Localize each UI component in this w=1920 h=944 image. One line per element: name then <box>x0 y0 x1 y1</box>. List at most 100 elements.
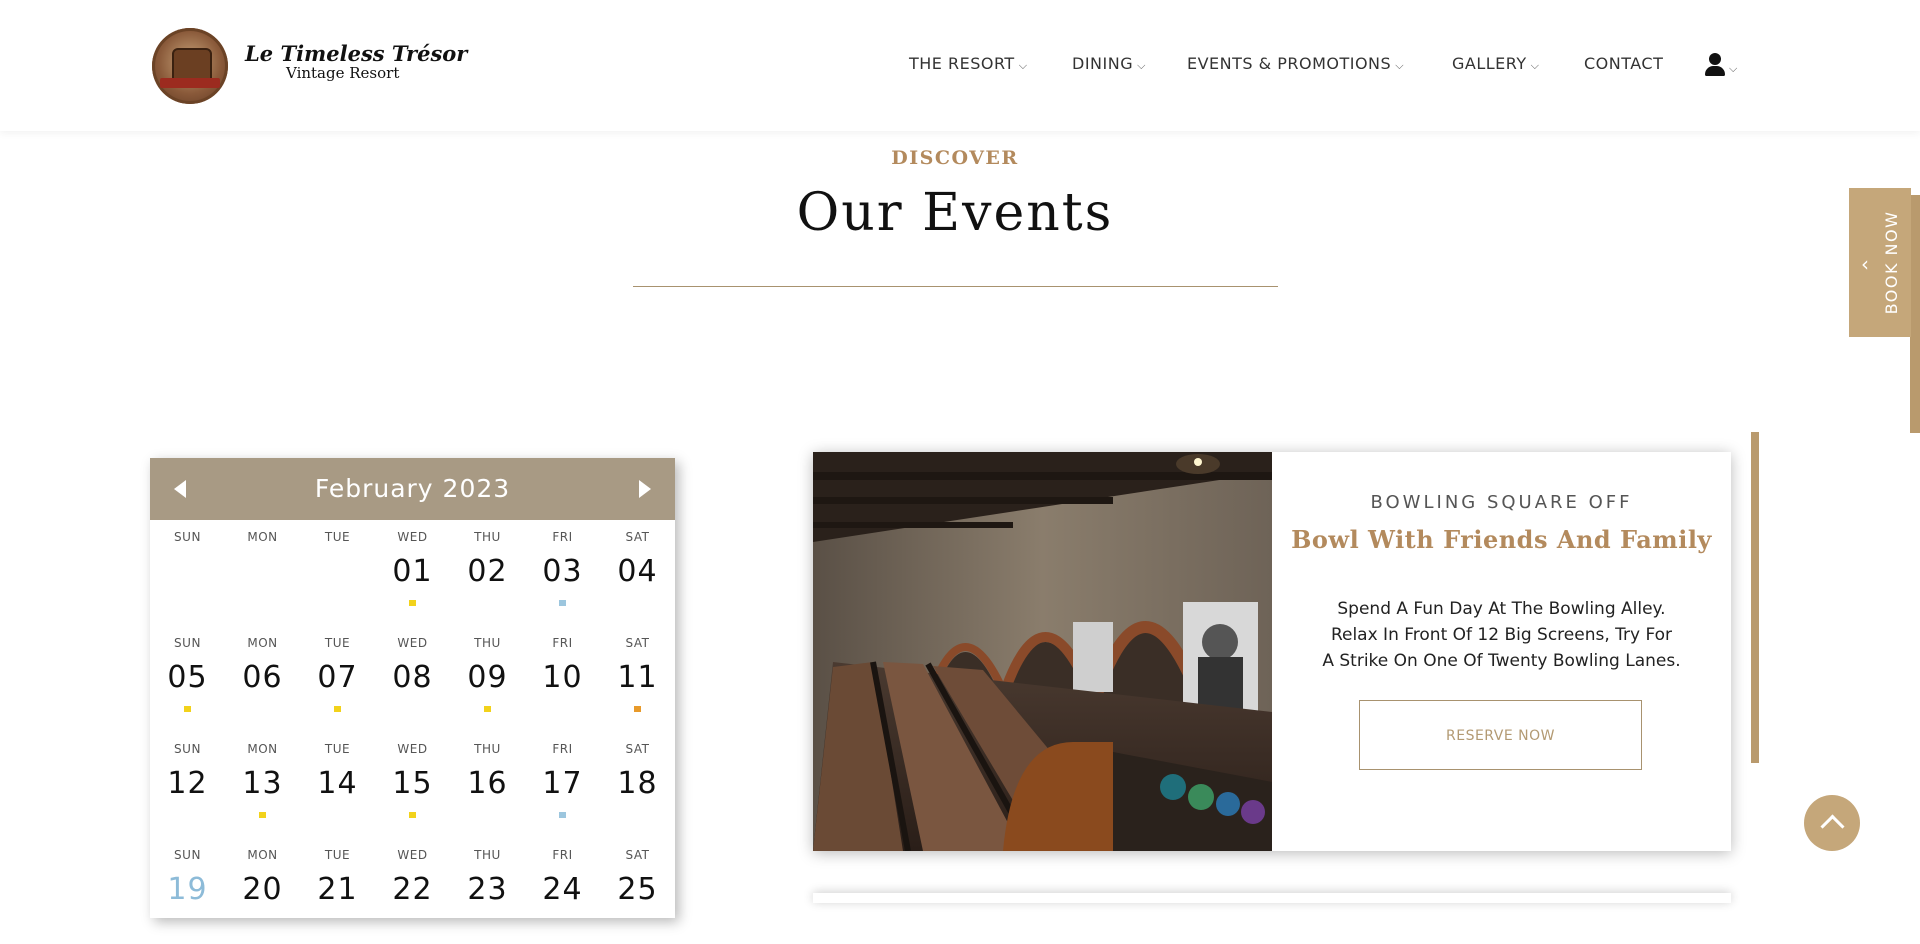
calendar-weekday-label: SAT <box>625 530 650 544</box>
user-menu-chevron-icon[interactable]: ⌵ <box>1729 62 1737 76</box>
card-accent-bar <box>1751 432 1759 763</box>
calendar-weekday-label: MON <box>247 530 278 544</box>
brand-name[interactable]: Le Timeless Trésor <box>245 41 467 66</box>
calendar-day[interactable]: THU 23 <box>450 838 525 944</box>
user-icon[interactable] <box>1704 53 1726 77</box>
scroll-to-top-button[interactable] <box>1804 795 1860 851</box>
calendar-day[interactable]: TUE 21 <box>300 838 375 944</box>
treasure-chest-logo[interactable] <box>152 28 228 104</box>
chevron-down-icon: ⌵ <box>1018 59 1028 72</box>
calendar-day: TUE <box>300 520 375 626</box>
calendar-day[interactable]: THU 09 <box>450 626 525 732</box>
calendar-day[interactable]: SUN 12 <box>150 732 225 838</box>
calendar-day[interactable]: FRI 10 <box>525 626 600 732</box>
calendar-day[interactable]: SAT 25 <box>600 838 675 944</box>
calendar-weekday-label: WED <box>397 848 428 862</box>
calendar-weekday-label: SAT <box>625 636 650 650</box>
event-description-line: A Strike On One Of Twenty Bowling Lanes. <box>1322 651 1681 671</box>
calendar-date-number: 15 <box>392 766 433 801</box>
calendar-weekday-label: WED <box>397 530 428 544</box>
calendar-day[interactable]: THU 02 <box>450 520 525 626</box>
calendar-date-number: 13 <box>242 766 283 801</box>
calendar-day[interactable]: SAT 18 <box>600 732 675 838</box>
calendar-day[interactable]: SAT 11 <box>600 626 675 732</box>
reserve-now-button[interactable]: RESERVE NOW <box>1359 700 1642 770</box>
nav-item-contact[interactable]: CONTACT <box>1584 54 1663 73</box>
calendar-weekday-label: MON <box>247 848 278 862</box>
book-now-tab[interactable]: ‹ BOOK NOW <box>1849 188 1911 337</box>
event-subtitle: BOWLING SQUARE OFF <box>1370 492 1633 513</box>
calendar-date-number: 23 <box>467 872 508 907</box>
calendar-date-number: 06 <box>242 660 283 695</box>
event-title: Bowl With Friends And Family <box>1291 525 1712 554</box>
calendar-date-number: 19 <box>167 872 208 907</box>
event-indicator-dot <box>184 706 191 712</box>
calendar-weekday-label: WED <box>397 742 428 756</box>
calendar-day[interactable]: FRI 03 <box>525 520 600 626</box>
calendar-date-number: 21 <box>317 872 358 907</box>
event-indicator-dot <box>634 706 641 712</box>
calendar-date-number: 11 <box>617 660 658 695</box>
nav-item-label: DINING <box>1072 54 1134 73</box>
calendar-day[interactable]: TUE 07 <box>300 626 375 732</box>
calendar-day[interactable]: WED 22 <box>375 838 450 944</box>
calendar-date-number: 22 <box>392 872 433 907</box>
calendar-day[interactable]: TUE 14 <box>300 732 375 838</box>
calendar-day[interactable]: WED 01 <box>375 520 450 626</box>
calendar-weekday-label: FRI <box>552 636 573 650</box>
calendar-weekday-label: FRI <box>552 848 573 862</box>
event-description: Spend A Fun Day At The Bowling Alley. Re… <box>1272 596 1731 674</box>
calendar-date-number: 24 <box>542 872 583 907</box>
title-divider <box>633 286 1278 287</box>
calendar-next-icon[interactable] <box>639 480 651 498</box>
calendar-weekday-label: TUE <box>324 530 351 544</box>
next-event-card <box>813 893 1731 903</box>
calendar-date-number: 08 <box>392 660 433 695</box>
calendar-day[interactable]: SUN 05 <box>150 626 225 732</box>
chest-shape <box>172 48 212 80</box>
event-indicator-dot <box>409 812 416 818</box>
calendar-date-number: 10 <box>542 660 583 695</box>
arrow-up-icon <box>1820 814 1845 839</box>
nav-item-dining[interactable]: DINING ⌵ <box>1072 54 1146 73</box>
event-card: BOWLING SQUARE OFF Bowl With Friends And… <box>813 452 1731 851</box>
chevron-down-icon: ⌵ <box>1137 59 1146 72</box>
calendar-weekday-label: TUE <box>324 742 351 756</box>
calendar-day: MON <box>225 520 300 626</box>
calendar-weekday-label: SUN <box>174 530 201 544</box>
calendar-header: February 2023 <box>150 458 675 520</box>
bowling-alley-image <box>813 452 1272 851</box>
calendar-date-number: 25 <box>617 872 658 907</box>
calendar-weekday-label: SUN <box>174 742 201 756</box>
calendar-date-number: 14 <box>317 766 358 801</box>
calendar-weekday-label: THU <box>474 636 501 650</box>
calendar-weekday-label: SUN <box>174 848 201 862</box>
calendar-weekday-label: SAT <box>625 848 650 862</box>
nav-item-gallery[interactable]: GALLERY ⌵ <box>1452 54 1540 73</box>
calendar-day[interactable]: FRI 24 <box>525 838 600 944</box>
book-now-label: BOOK NOW <box>1882 210 1901 315</box>
calendar-day[interactable]: WED 15 <box>375 732 450 838</box>
brand-tagline[interactable]: Vintage Resort <box>286 64 399 82</box>
calendar-prev-icon[interactable] <box>174 480 186 498</box>
calendar-day[interactable]: MON 20 <box>225 838 300 944</box>
calendar-day[interactable]: MON 06 <box>225 626 300 732</box>
calendar-date-number: 02 <box>467 554 508 589</box>
calendar-weekday-label: SUN <box>174 636 201 650</box>
calendar-date-number: 12 <box>167 766 208 801</box>
calendar-day[interactable]: SUN 19 <box>150 838 225 944</box>
calendar-weekday-label: THU <box>474 530 501 544</box>
nav-item-events-promotions[interactable]: EVENTS & PROMOTIONS ⌵ <box>1187 54 1404 73</box>
calendar-weekday-label: TUE <box>324 636 351 650</box>
calendar-day[interactable]: SAT 04 <box>600 520 675 626</box>
nav-item-label: EVENTS & PROMOTIONS <box>1187 54 1392 73</box>
calendar-day[interactable]: THU 16 <box>450 732 525 838</box>
calendar-weekday-label: THU <box>474 742 501 756</box>
calendar-day[interactable]: FRI 17 <box>525 732 600 838</box>
calendar-day[interactable]: MON 13 <box>225 732 300 838</box>
calendar-date-number: 16 <box>467 766 508 801</box>
calendar-day[interactable]: WED 08 <box>375 626 450 732</box>
calendar-date-number: 03 <box>542 554 583 589</box>
calendar-weekday-label: WED <box>397 636 428 650</box>
nav-item-the-resort[interactable]: THE RESORT ⌵ <box>909 54 1028 73</box>
